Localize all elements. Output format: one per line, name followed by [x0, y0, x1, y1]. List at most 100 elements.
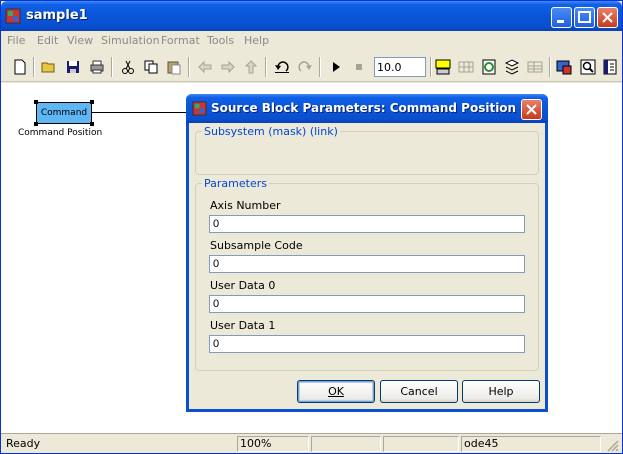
table-icon — [527, 61, 543, 73]
dialog-title-bar[interactable]: Source Block Parameters: Command Positio… — [186, 94, 548, 123]
resize-grip-icon[interactable] — [604, 437, 619, 452]
paste-icon — [167, 61, 181, 75]
back-button — [195, 57, 215, 77]
paste-button[interactable] — [164, 57, 184, 77]
close-button[interactable] — [597, 7, 618, 28]
status-zoom: 100% — [237, 436, 309, 452]
status-solver: ode45 — [461, 436, 601, 452]
axis-number-field[interactable] — [209, 215, 525, 233]
model-explorer-button — [525, 57, 545, 77]
user-data-0-field[interactable] — [209, 295, 525, 313]
help-button-label: Help — [488, 385, 514, 398]
menu-format[interactable]: Format — [161, 34, 200, 47]
selection-handle[interactable] — [34, 122, 38, 126]
refresh-button[interactable] — [479, 57, 499, 77]
arrow-left-icon — [198, 60, 212, 74]
build-button[interactable] — [433, 57, 453, 77]
redo-button — [295, 57, 315, 77]
simulink-app-icon — [5, 8, 21, 24]
maximize-icon — [578, 11, 591, 23]
cut-button[interactable] — [118, 57, 138, 77]
user-data-0-label: User Data 0 — [210, 279, 276, 292]
scissors-icon — [122, 60, 134, 74]
menu-help[interactable]: Help — [244, 34, 269, 47]
toolbar-separator — [319, 57, 321, 77]
properties-icon — [603, 59, 617, 75]
library-icon — [504, 59, 520, 75]
new-button[interactable] — [10, 57, 30, 77]
status-bar: Ready 100% ode45 — [1, 433, 622, 453]
menu-view[interactable]: View — [67, 34, 93, 47]
subsystem-groupbox: Subsystem (mask) (link) — [195, 125, 539, 175]
menu-simulation[interactable]: Simulation — [101, 34, 160, 47]
zoom-button[interactable] — [578, 57, 598, 77]
menu-bar: File Edit View Simulation Format Tools H… — [1, 31, 622, 52]
redo-icon — [298, 61, 312, 72]
toolbar — [1, 52, 622, 82]
undo-icon — [275, 61, 289, 73]
toolbar-separator — [111, 57, 113, 77]
maximize-button[interactable] — [574, 7, 595, 28]
start-simulation-button[interactable] — [326, 57, 346, 77]
title-bar[interactable]: sample1 — [1, 1, 622, 31]
save-button[interactable] — [63, 57, 83, 77]
stop-icon — [356, 64, 362, 70]
user-data-1-field[interactable] — [209, 335, 525, 353]
toolbar-separator — [188, 57, 190, 77]
copy-button[interactable] — [141, 57, 161, 77]
selection-handle[interactable] — [34, 100, 38, 104]
axis-number-label: Axis Number — [210, 199, 281, 212]
open-button[interactable] — [39, 57, 59, 77]
block-name-label[interactable]: Command Position — [18, 128, 102, 138]
block-parameters-dialog: Source Block Parameters: Command Positio… — [186, 94, 548, 412]
signal-line[interactable] — [92, 112, 192, 113]
save-icon — [67, 61, 79, 73]
menu-tools[interactable]: Tools — [207, 34, 234, 47]
command-position-block[interactable]: Command — [36, 102, 92, 124]
status-state: Ready — [6, 437, 41, 450]
subsample-code-field[interactable] — [209, 255, 525, 273]
arrow-right-icon — [221, 60, 235, 74]
window-title: sample1 — [26, 8, 88, 23]
subsample-code-label: Subsample Code — [210, 239, 303, 252]
copy-icon — [144, 60, 158, 74]
parameters-group-label: Parameters — [202, 177, 269, 190]
status-cell — [311, 436, 381, 452]
minimize-button[interactable] — [551, 7, 572, 28]
menu-file[interactable]: File — [7, 34, 25, 47]
toolbar-separator — [33, 57, 35, 77]
cancel-button[interactable]: Cancel — [380, 380, 458, 403]
minimize-icon — [557, 20, 564, 23]
simulink-app-icon — [192, 101, 207, 116]
refresh-icon — [482, 59, 496, 75]
selection-handle[interactable] — [90, 122, 94, 126]
ok-button-label: OK — [328, 385, 344, 398]
close-icon — [526, 104, 537, 115]
help-button[interactable]: Help — [462, 380, 540, 403]
print-icon — [90, 60, 104, 74]
close-icon — [602, 12, 613, 23]
debug-icon — [556, 60, 572, 75]
toolbar-separator — [549, 57, 551, 77]
library-browser-button[interactable] — [502, 57, 522, 77]
menu-edit[interactable]: Edit — [37, 34, 58, 47]
grid-icon — [458, 61, 474, 73]
arrow-up-icon — [244, 60, 258, 74]
undo-button[interactable] — [272, 57, 292, 77]
ok-button[interactable]: OK — [297, 380, 375, 403]
status-cell — [383, 436, 459, 452]
dialog-close-button[interactable] — [521, 99, 542, 120]
toolbar-separator — [430, 57, 432, 77]
dialog-title: Source Block Parameters: Command Positio… — [211, 101, 517, 115]
update-diagram-button — [456, 57, 476, 77]
print-button[interactable] — [87, 57, 107, 77]
user-data-1-label: User Data 1 — [210, 319, 276, 332]
selection-handle[interactable] — [90, 100, 94, 104]
magnifier-icon — [580, 59, 596, 75]
stop-simulation-button — [349, 57, 369, 77]
debug-button[interactable] — [554, 57, 574, 77]
stop-time-input[interactable] — [374, 57, 426, 77]
forward-button — [218, 57, 238, 77]
model-properties-button[interactable] — [600, 57, 620, 77]
up-button — [241, 57, 261, 77]
